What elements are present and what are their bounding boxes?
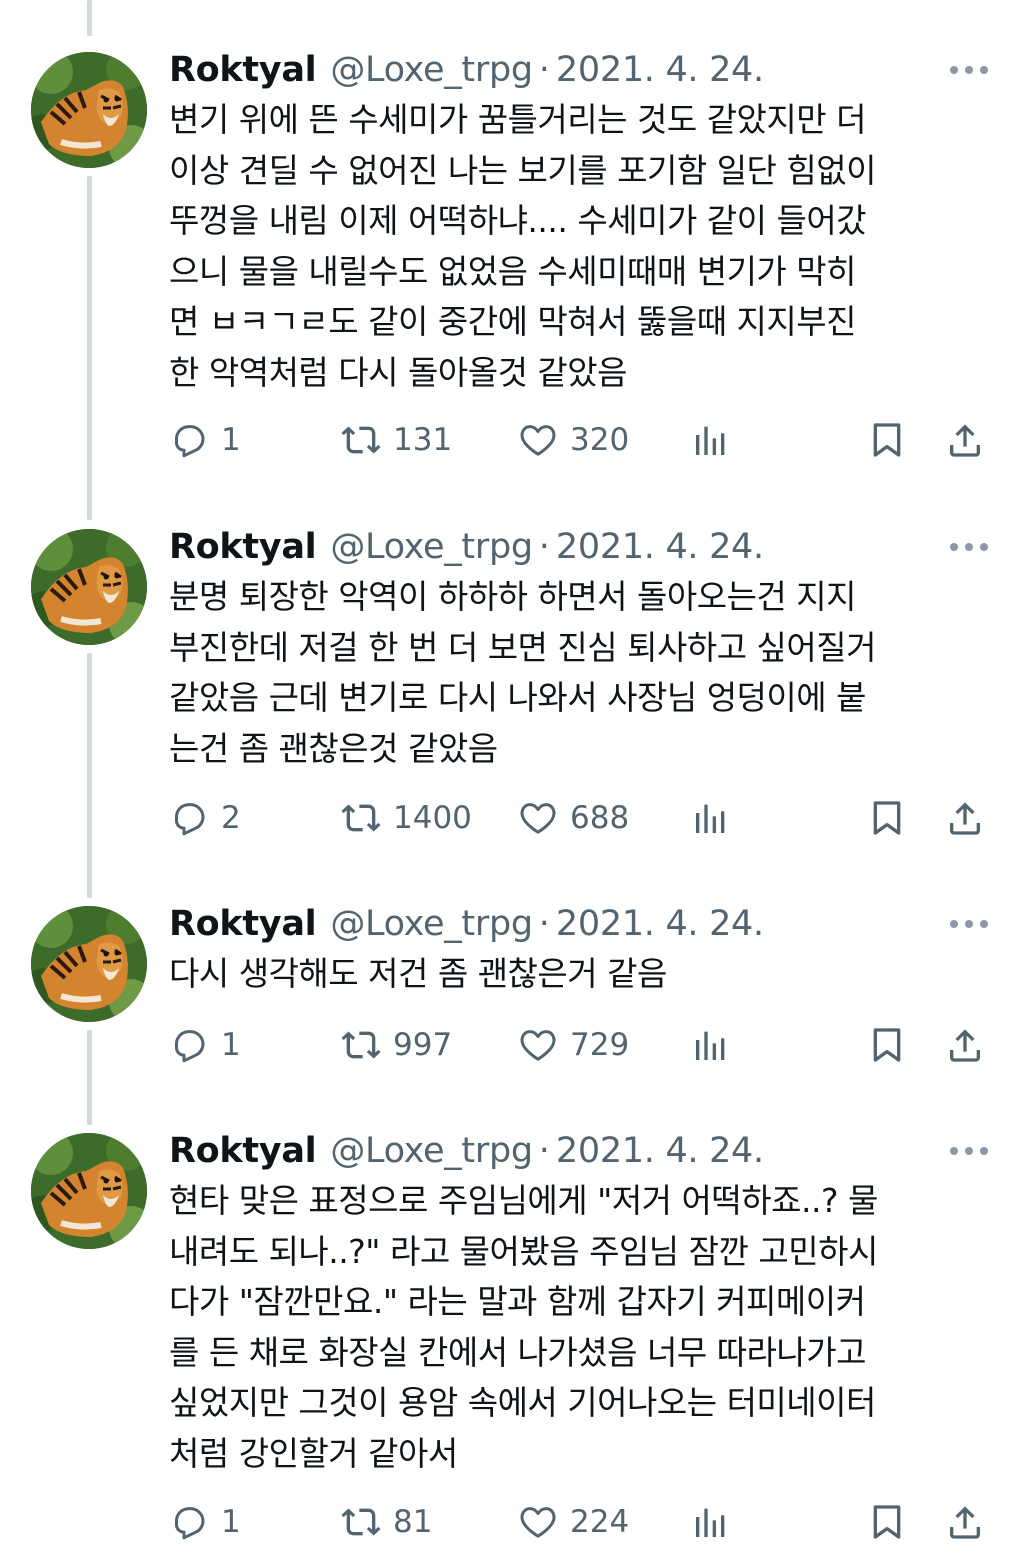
share-button[interactable]	[945, 1498, 985, 1546]
separator-dot: ·	[538, 1131, 550, 1171]
more-button[interactable]	[944, 1126, 994, 1176]
tweet[interactable]: Roktyal @Loxe_trpg · 2021. 4. 24. 현타 맞은 …	[0, 0, 1024, 1568]
share-icon	[950, 1506, 980, 1539]
bookmark-icon	[873, 1505, 901, 1539]
views-button[interactable]	[691, 1498, 731, 1546]
views-chart-icon	[696, 1508, 725, 1537]
tweet-thread: Roktyal @Loxe_trpg · 2021. 4. 24. 변기 위에 …	[0, 0, 1024, 1568]
bookmark-button[interactable]	[867, 1498, 907, 1546]
display-name[interactable]: Roktyal	[169, 1131, 317, 1171]
heart-icon	[520, 1507, 556, 1538]
tweet-text: 현타 맞은 표정으로 주임님에게 "저거 어떡하죠..? 물 내려도 되나..?…	[169, 1181, 878, 1473]
like-count: 224	[570, 1504, 630, 1540]
reply-button[interactable]: 1	[169, 1498, 241, 1546]
tiger-avatar-image	[31, 1133, 147, 1249]
reply-count: 1	[221, 1504, 241, 1540]
retweet-count: 81	[393, 1504, 433, 1540]
tweet-header: Roktyal @Loxe_trpg · 2021. 4. 24.	[169, 1126, 994, 1176]
retweet-icon	[341, 1508, 381, 1536]
more-horizontal-icon	[950, 1147, 988, 1155]
user-handle[interactable]: @Loxe_trpg	[330, 1131, 533, 1171]
retweet-button[interactable]: 81	[341, 1498, 432, 1546]
avatar[interactable]	[31, 1133, 147, 1249]
tweet-actions: 1 81 224	[169, 1498, 999, 1546]
tweet-date[interactable]: 2021. 4. 24.	[556, 1131, 764, 1171]
like-button[interactable]: 224	[518, 1498, 629, 1546]
reply-icon	[175, 1507, 205, 1540]
